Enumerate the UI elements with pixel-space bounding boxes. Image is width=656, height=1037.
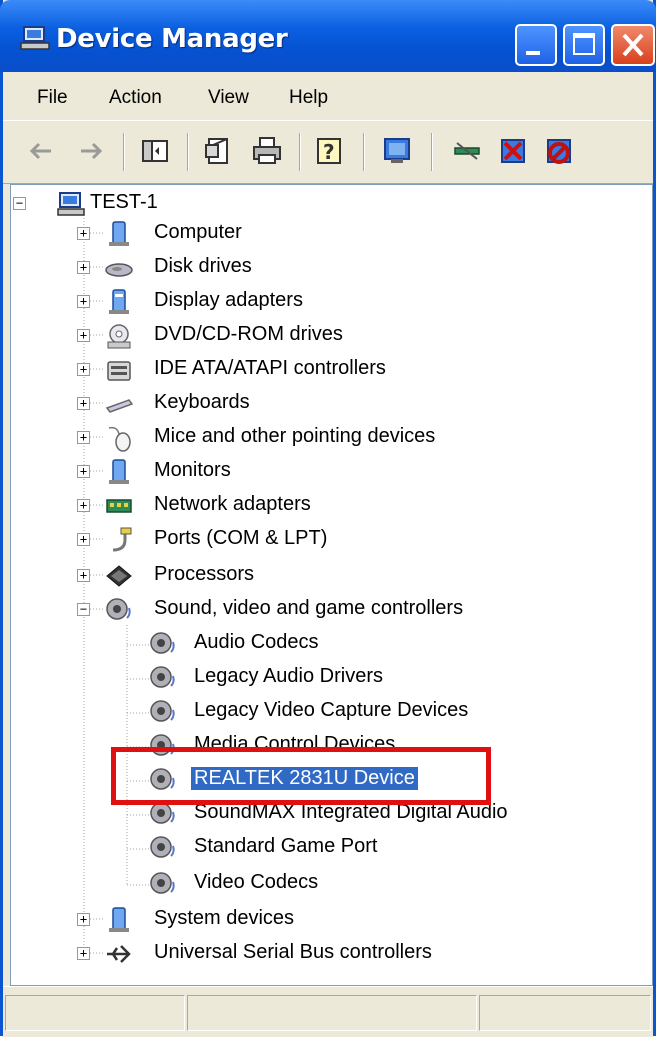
help-icon[interactable]: ?	[313, 135, 345, 167]
sound-icon	[106, 598, 131, 620]
properties-icon[interactable]	[203, 135, 235, 167]
mouse-icon	[108, 426, 131, 452]
toolbar-separator	[123, 133, 125, 171]
tree-item-label: Video Codecs	[194, 871, 319, 893]
annotation-highlight-box	[111, 747, 491, 805]
close-button[interactable]	[611, 24, 655, 66]
processor-icon	[106, 565, 132, 587]
expand-toggle[interactable]: +	[77, 499, 90, 512]
expand-toggle[interactable]: +	[77, 397, 90, 410]
show-hide-console-tree-icon[interactable]	[139, 135, 171, 167]
expand-toggle[interactable]: +	[77, 227, 90, 240]
svg-text:?: ?	[323, 140, 335, 164]
dvd-drive-icon	[107, 324, 131, 349]
tree-item-label: Network adapters	[154, 493, 311, 515]
scan-hardware-changes-icon[interactable]	[381, 135, 413, 167]
minimize-button[interactable]	[515, 24, 557, 66]
menu-help[interactable]: Help	[289, 87, 328, 109]
keyboard-icon	[105, 399, 133, 413]
tree-item-label: Standard Game Port	[194, 835, 378, 857]
toolbar-separator	[363, 133, 365, 171]
sound-device-icon	[150, 632, 175, 654]
minimize-icon	[526, 51, 540, 55]
toolbar-separator	[431, 133, 433, 171]
tree-item-label: Sound, video and game controllers	[154, 597, 464, 619]
status-pane	[187, 995, 477, 1031]
expand-toggle[interactable]: +	[77, 431, 90, 444]
sound-device-icon	[150, 666, 175, 688]
expand-toggle[interactable]: +	[77, 569, 90, 582]
sound-device-icon	[150, 700, 175, 722]
tree-item-label: IDE ATA/ATAPI controllers	[154, 357, 386, 379]
update-driver-icon[interactable]	[451, 135, 483, 167]
tree-item-label: Keyboards	[154, 391, 250, 413]
expand-toggle[interactable]: +	[77, 533, 90, 546]
tree-item-label: Disk drives	[154, 255, 252, 277]
collapse-toggle[interactable]: −	[77, 603, 90, 616]
ide-controller-icon	[107, 361, 131, 381]
tree-item-label: Ports (COM & LPT)	[154, 527, 328, 549]
device-tree[interactable]: − TEST-1 + Computer + Disk drives + Disp…	[10, 184, 653, 986]
expand-toggle[interactable]: +	[77, 465, 90, 478]
sound-device-icon	[150, 872, 175, 894]
title-bar[interactable]: Device Manager	[0, 0, 656, 72]
usb-icon	[107, 945, 131, 963]
menu-action[interactable]: Action	[109, 87, 162, 109]
device-manager-window: Device Manager File Action View Help ? −…	[0, 0, 656, 1037]
menu-file[interactable]: File	[37, 87, 68, 109]
tree-item-label: Computer	[154, 221, 242, 243]
back-arrow-icon[interactable]	[25, 135, 57, 167]
status-pane	[5, 995, 185, 1031]
tree-item-label: Mice and other pointing devices	[154, 425, 436, 447]
expand-toggle[interactable]: +	[77, 295, 90, 308]
disk-drive-icon	[105, 263, 133, 277]
tree-item-label: Legacy Video Capture Devices	[194, 699, 469, 721]
print-icon[interactable]	[251, 135, 283, 167]
maximize-button[interactable]	[563, 24, 605, 66]
disable-device-icon[interactable]	[543, 135, 575, 167]
expand-toggle[interactable]: +	[77, 913, 90, 926]
port-icon	[112, 527, 132, 552]
tree-item-label: Display adapters	[154, 289, 303, 311]
tree-item-label: Processors	[154, 563, 255, 585]
uninstall-icon[interactable]	[497, 135, 529, 167]
toolbar-separator	[187, 133, 189, 171]
tree-item-label: DVD/CD-ROM drives	[154, 323, 343, 345]
tree-item-label: Legacy Audio Drivers	[194, 665, 383, 687]
sound-device-icon	[150, 836, 175, 858]
status-bar	[3, 986, 653, 1037]
expand-toggle[interactable]: +	[77, 261, 90, 274]
status-pane	[479, 995, 651, 1031]
toolbar: ?	[3, 120, 653, 184]
network-adapter-icon	[106, 499, 132, 513]
expand-toggle[interactable]: +	[77, 947, 90, 960]
window-title: Device Manager	[56, 24, 288, 54]
tree-root-label: TEST-1	[90, 191, 158, 213]
tree-item-label: Universal Serial Bus controllers	[154, 941, 432, 963]
tree-item-label: Audio Codecs	[194, 631, 319, 653]
forward-arrow-icon[interactable]	[75, 135, 107, 167]
system-device-icon	[109, 907, 129, 932]
tree-item-label: Monitors	[154, 459, 231, 481]
expand-toggle[interactable]: +	[77, 363, 90, 376]
menu-view[interactable]: View	[208, 87, 249, 109]
tree-item-label: System devices	[154, 907, 295, 929]
close-icon	[622, 33, 644, 57]
menu-bar: File Action View Help	[3, 75, 653, 119]
monitor-icon	[109, 459, 129, 484]
toolbar-separator	[299, 133, 301, 171]
maximize-icon	[573, 33, 595, 55]
computer-icon	[57, 192, 85, 216]
expand-toggle[interactable]: +	[77, 329, 90, 342]
collapse-root-toggle[interactable]: −	[13, 197, 26, 210]
computer-icon	[109, 221, 129, 246]
device-manager-icon	[20, 26, 50, 50]
display-adapter-icon	[109, 289, 129, 314]
